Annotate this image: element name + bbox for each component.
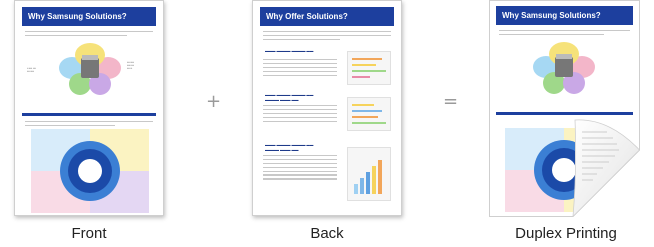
page-curl-icon <box>572 119 640 217</box>
duplex-caption: Duplex Printing <box>515 225 617 242</box>
front-page-thumbnail: Why Samsung Solutions? ▪ ▪▪▪▪ ▪▪▪ ▪▪▪ ▪▪▪… <box>14 0 164 216</box>
back-page-thumbnail: Why Offer Solutions? ▬▬▬ ▬▬▬▬ ▬▬▬▬ ▬▬ ▬▬… <box>252 0 402 216</box>
back-section-1-title: ▬▬▬ ▬▬▬▬ ▬▬▬▬ ▬▬ <box>265 49 314 53</box>
front-flower-diagram <box>55 43 125 101</box>
back-page-header: Why Offer Solutions? <box>260 7 394 26</box>
back-section-1-text <box>263 59 337 78</box>
duplex-page-thumbnail: Why Samsung Solutions? <box>489 0 640 217</box>
back-caption: Back <box>310 225 344 242</box>
front-left-labels: ▪ ▪▪▪▪ ▪▪▪ ▪▪▪ ▪▪▪▪ <box>27 67 36 74</box>
back-section-3-title: ▬▬▬ ▬▬▬▬ ▬▬▬▬ ▬▬ ▬▬▬▬ ▬▬▬ ▬▬ <box>265 143 314 152</box>
front-divider <box>22 113 156 116</box>
front-page-header: Why Samsung Solutions? <box>22 7 156 26</box>
front-caption: Front <box>71 225 107 242</box>
back-intro-text <box>263 31 391 43</box>
back-section-3-text <box>263 155 337 182</box>
back-chart-1 <box>347 51 391 85</box>
front-intro-text <box>25 31 153 39</box>
back-section-2-title: ▬▬▬ ▬▬▬▬ ▬▬▬▬ ▬▬ ▬▬▬▬ ▬▬▬ ▬▬ <box>265 93 314 102</box>
back-chart-2 <box>347 97 391 131</box>
front-body-text <box>25 121 153 129</box>
front-right-labels: ▪▪▪ ▪▪▪▪ ▪▪▪▪ ▪▪▪ ▪▪▪ ▪▪ <box>127 61 135 71</box>
equals-operator: = <box>443 91 459 112</box>
back-section-2-text <box>263 105 337 124</box>
plus-operator: + <box>206 91 222 112</box>
front-wheel-diagram <box>31 129 149 213</box>
back-chart-3 <box>347 147 391 201</box>
